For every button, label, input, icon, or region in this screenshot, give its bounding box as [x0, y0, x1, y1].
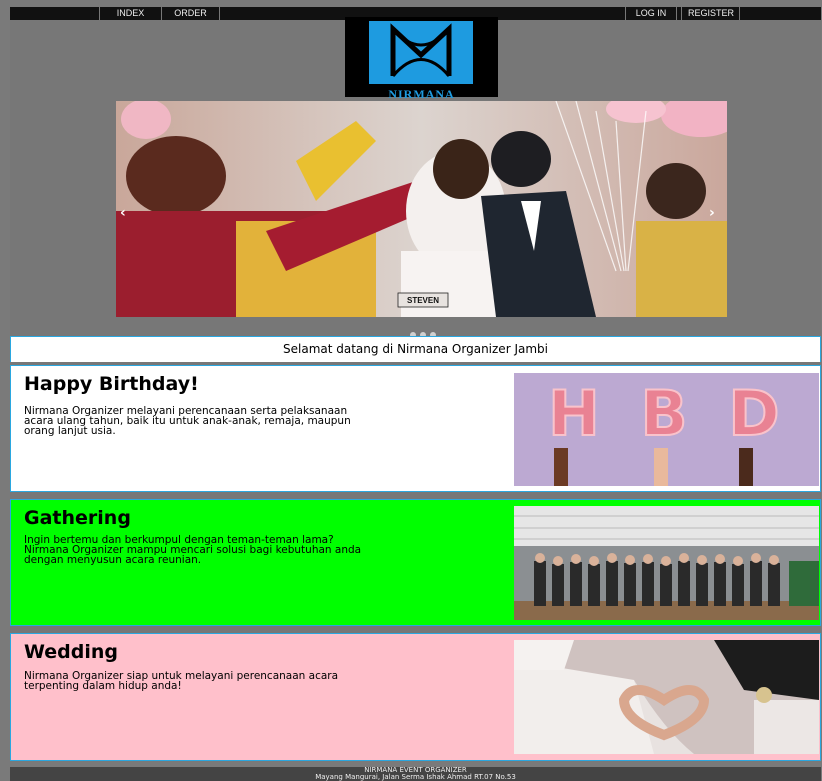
nav-login-link[interactable]: LOG IN: [625, 7, 677, 20]
hbd-letter-d: D: [728, 377, 779, 450]
nav-index-link[interactable]: INDEX: [99, 7, 162, 20]
divider: [10, 492, 821, 499]
chevron-right-icon[interactable]: ›: [709, 205, 715, 221]
hbd-letter-h: H: [548, 377, 600, 450]
section-title: Wedding: [24, 641, 119, 663]
section-birthday: Happy Birthday! Nirmana Organizer melaya…: [10, 365, 821, 492]
logo-mark-icon: [369, 21, 473, 84]
logo-wordmark: NIRMANA: [388, 87, 455, 101]
wedding-image: [514, 640, 819, 754]
section-text: Nirmana Organizer melayani perencanaan s…: [24, 405, 351, 437]
hero-carousel-image[interactable]: STEVEN: [116, 101, 727, 317]
section-gathering: Gathering Ingin bertemu dan berkumpul de…: [10, 499, 821, 626]
section-text: Ingin bertemu dan berkumpul dengan teman…: [24, 534, 362, 566]
nav-order-link[interactable]: ORDER: [162, 7, 220, 20]
welcome-banner: Selamat datang di Nirmana Organizer Jamb…: [10, 336, 821, 363]
section-text: Nirmana Organizer siap untuk melayani pe…: [24, 670, 339, 692]
section-wedding: Wedding Nirmana Organizer siap untuk mel…: [10, 633, 821, 761]
birthday-image: H B D: [514, 373, 819, 486]
site-footer: NIRMANA EVENT ORGANIZER Mayang Mangurai,…: [10, 767, 821, 781]
section-title: Gathering: [24, 507, 131, 529]
footer-address: Mayang Mangurai, Jalan Serma Ishak Ahmad…: [315, 773, 516, 781]
hbd-letter-b: B: [640, 377, 687, 450]
gathering-image: [514, 506, 819, 620]
carousel-indicators: [408, 323, 438, 338]
hero-watermark: STEVEN: [407, 296, 439, 305]
site-logo[interactable]: NIRMANA Develop your beautiful moment wi…: [345, 17, 498, 107]
section-title: Happy Birthday!: [24, 373, 199, 395]
nav-register-link[interactable]: REGISTER: [681, 7, 740, 20]
divider: [10, 626, 821, 633]
chevron-left-icon[interactable]: ‹: [120, 205, 126, 221]
